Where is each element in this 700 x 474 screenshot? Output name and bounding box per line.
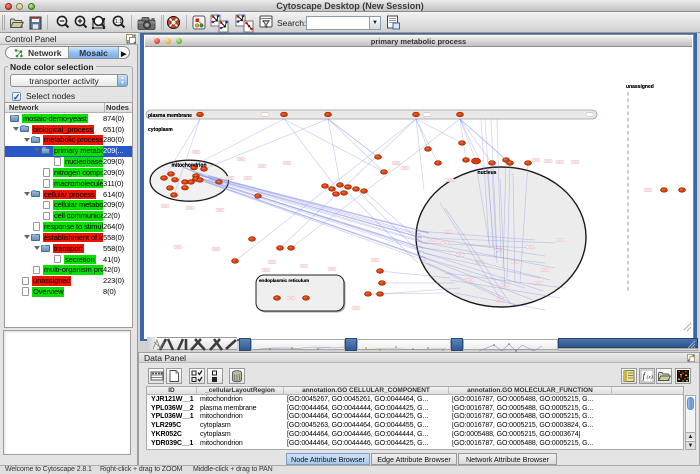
svg-text:cytoplasm: cytoplasm: [148, 127, 173, 133]
svg-text:mitochondrion: mitochondrion: [172, 163, 207, 169]
svg-text:plasma membrane: plasma membrane: [148, 113, 192, 119]
svg-text:nucleus: nucleus: [478, 170, 497, 176]
svg-text:endoplasmic reticulum: endoplasmic reticulum: [259, 278, 309, 283]
svg-text:1:1: 1:1: [115, 19, 122, 25]
svg-text:unassigned: unassigned: [626, 84, 654, 90]
svg-text:(x): (x): [647, 374, 653, 381]
